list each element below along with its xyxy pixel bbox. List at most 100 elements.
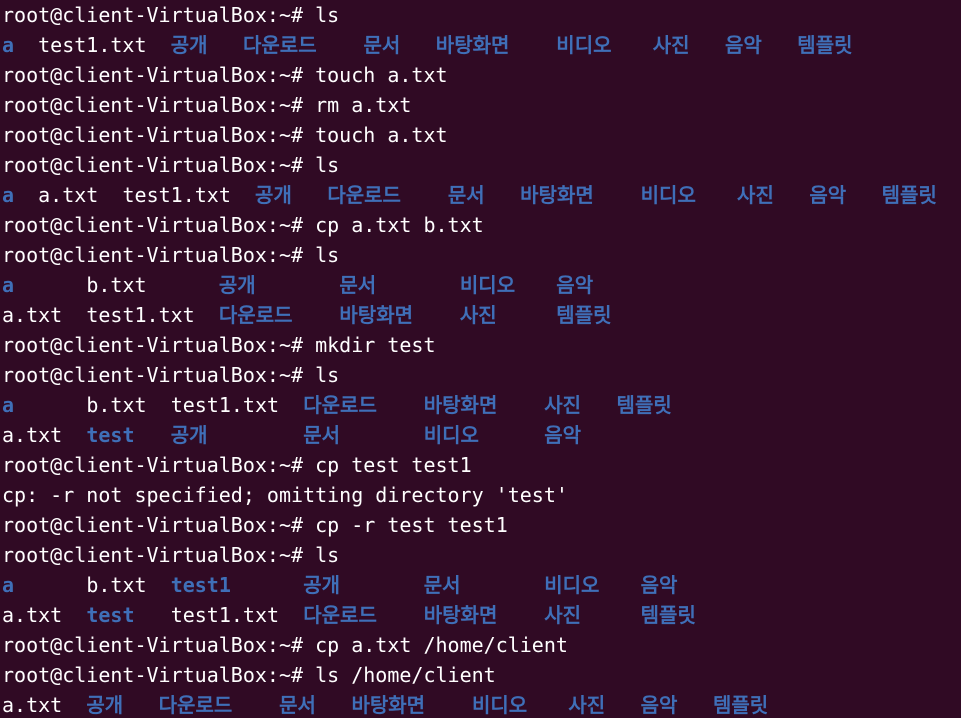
file-entry: test1.txt: [122, 183, 231, 207]
output-text: cp: -r not specified; omitting directory…: [2, 483, 568, 507]
prompt-line: root@client-VirtualBox:~# cp test test1: [2, 450, 961, 480]
directory-entry: 공개: [86, 693, 124, 717]
command-text: ls: [303, 3, 340, 27]
directory-entry: 다운로드: [243, 33, 317, 57]
command-text: touch a.txt: [303, 63, 448, 87]
directory-entry: 다운로드: [218, 303, 293, 327]
shell-prompt: root@client-VirtualBox:~#: [2, 123, 304, 147]
prompt-line: root@client-VirtualBox:~# mkdir test: [2, 330, 961, 360]
directory-entry: test1: [170, 573, 231, 597]
command-text: cp test test1: [303, 453, 472, 477]
directory-entry: 공개: [303, 573, 341, 597]
directory-entry: 바탕화면: [435, 33, 510, 57]
command-text: ls: [303, 363, 340, 387]
directory-entry: 공개: [170, 33, 208, 57]
directory-entry: 음악: [809, 183, 847, 207]
listing-line: a.txt test 공개 문서 비디오 음악: [2, 420, 961, 450]
directory-entry: test: [86, 603, 135, 627]
command-text: ls /home/client: [303, 663, 496, 687]
shell-prompt: root@client-VirtualBox:~#: [2, 243, 304, 267]
directory-entry: 템플릿: [616, 393, 672, 417]
listing-line: a b.txt test1.txt 다운로드 바탕화면 사진 템플릿: [2, 390, 961, 420]
prompt-line: root@client-VirtualBox:~# ls: [2, 540, 961, 570]
prompt-line: root@client-VirtualBox:~# ls: [2, 0, 961, 30]
command-text: mkdir test: [303, 333, 436, 357]
listing-line: a.txt test test1.txt 다운로드 바탕화면 사진 템플릿: [2, 600, 961, 630]
directory-entry: 바탕화면: [351, 693, 426, 717]
directory-entry: 바탕화면: [520, 183, 594, 207]
directory-entry: 사진: [737, 183, 774, 207]
file-entry: test1.txt: [170, 603, 280, 627]
directory-entry: a: [2, 33, 15, 57]
directory-entry: 사진: [544, 393, 582, 417]
file-entry: test1.txt: [170, 393, 280, 417]
file-entry: test1.txt: [86, 303, 195, 327]
prompt-line: root@client-VirtualBox:~# cp a.txt /home…: [2, 630, 961, 660]
directory-entry: 템플릿: [640, 603, 696, 627]
directory-entry: 바탕화면: [339, 303, 413, 327]
directory-entry: 문서: [303, 423, 341, 447]
directory-entry: 다운로드: [303, 603, 377, 627]
listing-line: a a.txt test1.txt 공개 다운로드 문서 바탕화면 비디오 사진 음악 템플릿: [2, 180, 961, 210]
directory-entry: a: [2, 393, 15, 417]
directory-entry: 문서: [279, 693, 316, 717]
shell-prompt: root@client-VirtualBox:~#: [2, 453, 304, 477]
directory-entry: 공개: [255, 183, 292, 207]
directory-entry: 사진: [652, 33, 690, 57]
directory-entry: 음악: [556, 273, 594, 297]
shell-prompt: root@client-VirtualBox:~#: [2, 513, 304, 537]
directory-entry: 사진: [459, 303, 497, 327]
directory-entry: 공개: [218, 273, 256, 297]
directory-entry: 바탕화면: [423, 393, 498, 417]
directory-entry: 비디오: [459, 273, 516, 297]
file-entry: b.txt: [86, 573, 147, 597]
directory-entry: 템플릿: [797, 33, 853, 57]
directory-entry: 문서: [363, 33, 401, 57]
directory-entry: a: [2, 273, 15, 297]
directory-entry: 비디오: [544, 573, 600, 597]
directory-entry: 음악: [544, 423, 582, 447]
shell-prompt: root@client-VirtualBox:~#: [2, 3, 304, 27]
directory-entry: 공개: [170, 423, 208, 447]
directory-entry: 다운로드: [158, 693, 233, 717]
shell-prompt: root@client-VirtualBox:~#: [2, 363, 304, 387]
directory-entry: 비디오: [471, 693, 528, 717]
prompt-line: root@client-VirtualBox:~# ls: [2, 360, 961, 390]
shell-prompt: root@client-VirtualBox:~#: [2, 663, 304, 687]
directory-entry: 문서: [423, 573, 461, 597]
prompt-line: root@client-VirtualBox:~# cp -r test tes…: [2, 510, 961, 540]
directory-entry: 템플릿: [712, 693, 769, 717]
directory-entry: 음악: [640, 573, 678, 597]
listing-line: a test1.txt 공개 다운로드 문서 바탕화면 비디오 사진 음악 템플릿: [2, 30, 961, 60]
directory-entry: 문서: [447, 183, 485, 207]
prompt-line: root@client-VirtualBox:~# ls /home/clien…: [2, 660, 961, 690]
prompt-line: root@client-VirtualBox:~# ls: [2, 150, 961, 180]
directory-entry: 사진: [568, 693, 606, 717]
listing-line: a b.txt 공개 문서 비디오 음악: [2, 270, 961, 300]
terminal-window[interactable]: root@client-VirtualBox:~# ls a test1.txt 공개…: [0, 0, 961, 718]
shell-prompt: root@client-VirtualBox:~#: [2, 333, 304, 357]
file-entry: a.txt: [38, 183, 99, 207]
directory-entry: 비디오: [423, 423, 479, 447]
file-entry: a.txt: [2, 693, 63, 717]
listing-line: a.txt test1.txt 다운로드 바탕화면 사진 템플릿: [2, 300, 961, 330]
shell-prompt: root@client-VirtualBox:~#: [2, 153, 304, 177]
shell-prompt: root@client-VirtualBox:~#: [2, 543, 304, 567]
shell-prompt: root@client-VirtualBox:~#: [2, 63, 304, 87]
file-entry: a.txt: [2, 303, 63, 327]
directory-entry: 음악: [640, 693, 678, 717]
file-entry: a.txt: [2, 423, 63, 447]
directory-entry: 다운로드: [327, 183, 401, 207]
output-line: cp: -r not specified; omitting directory…: [2, 480, 961, 510]
directory-entry: 템플릿: [881, 183, 937, 207]
prompt-line: root@client-VirtualBox:~# ls: [2, 240, 961, 270]
command-text: ls: [303, 543, 340, 567]
shell-prompt: root@client-VirtualBox:~#: [2, 633, 304, 657]
directory-entry: test: [86, 423, 135, 447]
prompt-line: root@client-VirtualBox:~# touch a.txt: [2, 60, 961, 90]
directory-entry: a: [2, 183, 15, 207]
directory-entry: 문서: [339, 273, 377, 297]
command-text: cp a.txt /home/client: [303, 633, 568, 657]
shell-prompt: root@client-VirtualBox:~#: [2, 93, 304, 117]
listing-line: a b.txt test1 공개 문서 비디오 음악: [2, 570, 961, 600]
